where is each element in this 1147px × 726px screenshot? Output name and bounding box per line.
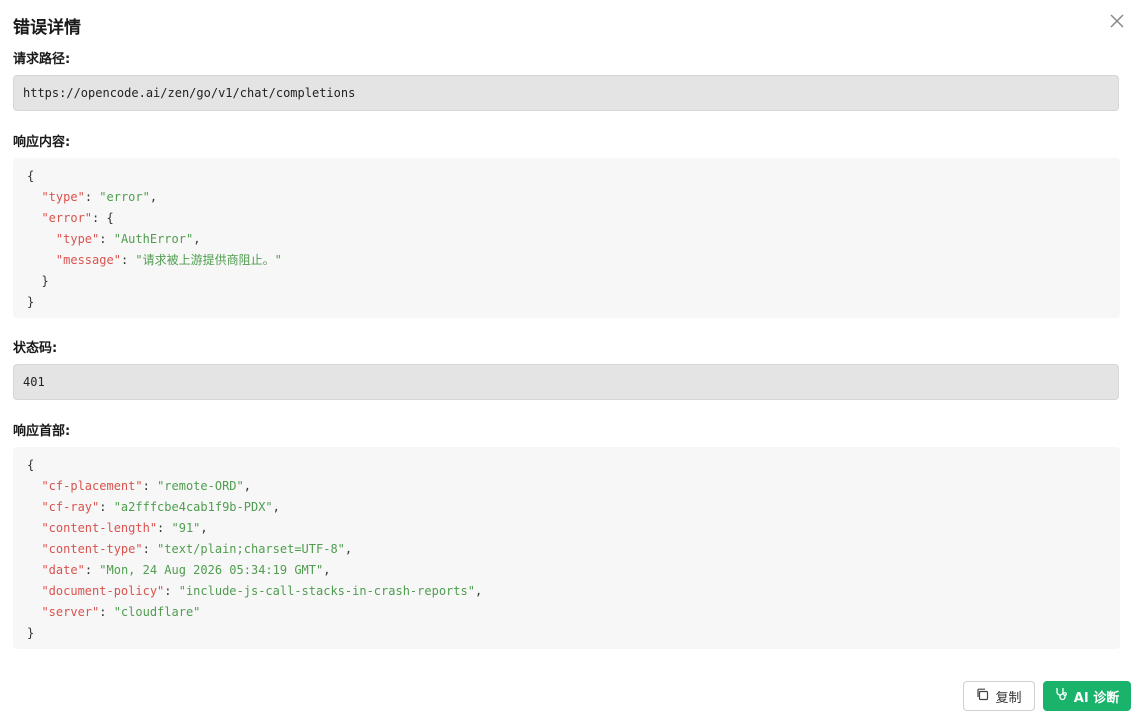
code-line: { xyxy=(27,455,1120,476)
code-punct: { xyxy=(106,211,114,225)
json-value: "91" xyxy=(171,521,201,535)
ai-diagnose-label: AI 诊断 xyxy=(1073,690,1120,706)
json-value: "include-js-call-stacks-in-crash-reports… xyxy=(178,584,475,598)
code-punct: , xyxy=(272,500,280,514)
code-line: "type": "error", xyxy=(41,190,158,204)
code-punct: , xyxy=(193,232,201,246)
response-headers-label: 响应首部: xyxy=(13,424,71,439)
json-value: "Mon, 24 Aug 2026 05:34:19 GMT" xyxy=(99,563,324,577)
code-punct: , xyxy=(323,563,331,577)
code-line: "type": "AuthError", xyxy=(55,232,201,246)
code-punct: { xyxy=(27,169,35,183)
code-line: } xyxy=(27,292,1120,313)
json-key: "type" xyxy=(55,232,100,246)
code-line: { xyxy=(27,166,1120,187)
request-path-field[interactable]: https://opencode.ai/zen/go/v1/chat/compl… xyxy=(13,75,1119,111)
json-key: "error" xyxy=(41,211,93,225)
json-value: "a2fffcbe4cab1f9b-PDX" xyxy=(113,500,273,514)
code-line: "cf-placement": "remote-ORD", xyxy=(41,479,251,493)
code-line: "error": { xyxy=(41,211,114,225)
json-key: "message" xyxy=(55,253,121,267)
json-key: "cf-placement" xyxy=(41,479,143,493)
code-line: "date": "Mon, 24 Aug 2026 05:34:19 GMT", xyxy=(41,563,331,577)
json-key: "cf-ray" xyxy=(41,500,100,514)
stethoscope-icon xyxy=(1055,687,1068,705)
code-punct: , xyxy=(474,584,483,598)
code-line: "message": "请求被上游提供商阻止。" xyxy=(55,253,282,267)
copy-button[interactable]: 复制 xyxy=(963,681,1035,711)
code-line: "content-type": "text/plain;charset=UTF-… xyxy=(41,542,353,556)
dialog-title: 错误详情 xyxy=(13,18,81,38)
code-punct: } xyxy=(27,626,35,640)
code-line: "server": "cloudflare" xyxy=(41,605,201,619)
response-body-code[interactable]: { "type": "error", "error": { "type": "A… xyxy=(13,158,1120,318)
code-punct: } xyxy=(27,295,35,309)
copy-icon xyxy=(976,688,989,705)
code-line: "cf-ray": "a2fffcbe4cab1f9b-PDX", xyxy=(41,500,280,514)
code-line: } xyxy=(27,271,1120,292)
code-punct: , xyxy=(200,521,208,535)
json-value: "remote-ORD" xyxy=(157,479,244,493)
ai-diagnose-button[interactable]: AI 诊断 xyxy=(1043,681,1131,711)
json-value: "text/plain;charset=UTF-8" xyxy=(157,542,345,556)
copy-button-label: 复制 xyxy=(995,690,1022,706)
code-punct: , xyxy=(344,542,353,556)
json-value: "cloudflare" xyxy=(113,605,201,619)
code-line: } xyxy=(27,623,1120,644)
response-headers-code[interactable]: { "cf-placement": "remote-ORD", "cf-ray"… xyxy=(13,447,1120,649)
json-value: "请求被上游提供商阻止。" xyxy=(135,253,282,267)
json-value: "error" xyxy=(99,190,150,204)
json-key: "content-length" xyxy=(41,521,158,535)
close-icon[interactable] xyxy=(1106,10,1128,32)
status-code-label: 状态码: xyxy=(13,341,58,356)
json-value: "AuthError" xyxy=(113,232,194,246)
code-punct: , xyxy=(149,190,158,204)
code-line: "document-policy": "include-js-call-stac… xyxy=(41,584,483,598)
json-key: "type" xyxy=(41,190,85,204)
code-punct: } xyxy=(27,274,49,288)
json-key: "document-policy" xyxy=(41,584,165,598)
code-line: "content-length": "91", xyxy=(41,521,208,535)
request-path-label: 请求路径: xyxy=(13,52,71,67)
json-key: "server" xyxy=(41,605,100,619)
code-punct: , xyxy=(243,479,251,493)
json-key: "content-type" xyxy=(41,542,143,556)
response-body-label: 响应内容: xyxy=(13,135,71,150)
code-punct: { xyxy=(27,458,35,472)
status-code-field[interactable]: 401 xyxy=(13,364,1119,400)
json-key: "date" xyxy=(41,563,85,577)
